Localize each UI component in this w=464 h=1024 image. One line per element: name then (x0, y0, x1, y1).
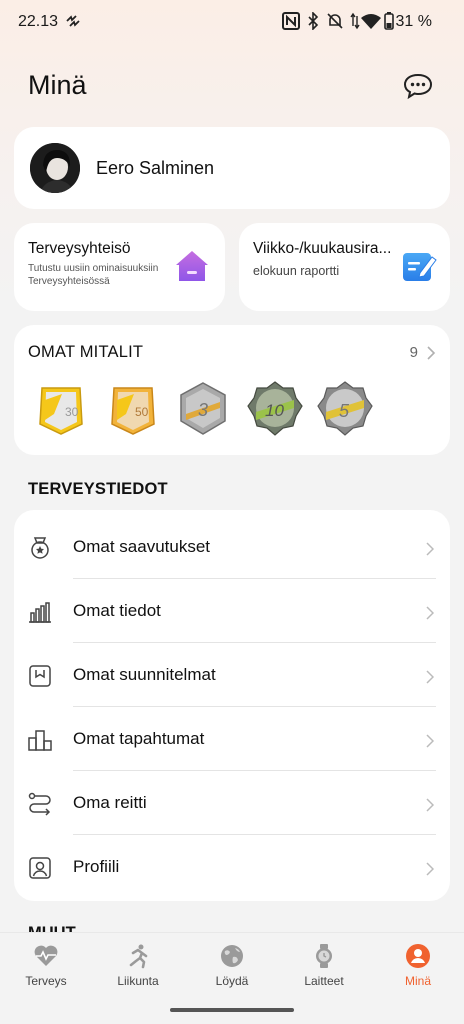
chevron-right-icon (427, 346, 436, 360)
podium-icon (28, 730, 52, 751)
nav-tab-health[interactable]: Terveys (0, 933, 92, 999)
svg-text:10: 10 (265, 401, 284, 420)
watch-icon (316, 944, 332, 968)
nav-label: Liikunta (117, 974, 159, 988)
running-icon (129, 944, 148, 969)
nav-label: Minä (404, 974, 431, 988)
health-menu-list: Omat saavutukset Omat tiedot Omat suunni… (14, 510, 450, 901)
medal-badge-3[interactable]: 3 (174, 380, 232, 438)
medal-badge-4[interactable]: 10 (246, 380, 304, 438)
nav-tab-exercise[interactable]: Liikunta (92, 933, 184, 999)
svg-text:30: 30 (65, 405, 79, 419)
report-subtitle: elokuun raportti (253, 264, 340, 278)
report-edit-icon (403, 253, 437, 281)
menu-item-achievements[interactable]: Omat saavutukset (14, 515, 450, 579)
avatar[interactable] (30, 143, 80, 193)
menu-item-label: Omat suunnitelmat (73, 665, 216, 684)
medals-card[interactable]: OMAT MITALIT 9 30 50 3 10 5 (14, 325, 450, 455)
menu-item-label: Oma reitti (73, 793, 147, 812)
nav-label: Laitteet (304, 974, 344, 988)
battery-icon (384, 12, 394, 30)
nav-tab-discover[interactable]: Löydä (186, 933, 278, 999)
bluetooth-icon (308, 12, 319, 30)
data-saver-icon (66, 15, 80, 27)
nav-label: Löydä (215, 974, 249, 988)
health-section-title: TERVEYSTIEDOT (28, 480, 168, 498)
mute-icon (327, 13, 343, 29)
nav-tab-me[interactable]: Minä (372, 933, 464, 999)
plan-icon (29, 665, 51, 687)
chat-bubble-icon (403, 73, 433, 100)
svg-text:5: 5 (339, 401, 350, 421)
battery-percent: 31 % (395, 13, 432, 30)
chevron-right-icon (426, 862, 434, 876)
nav-tab-devices[interactable]: Laitteet (278, 933, 370, 999)
menu-item-label: Omat saavutukset (73, 537, 211, 556)
svg-text:50: 50 (135, 405, 149, 419)
svg-text:3: 3 (198, 400, 208, 420)
menu-item-profile[interactable]: Profiili (14, 835, 450, 899)
menu-item-plans[interactable]: Omat suunnitelmat (14, 643, 450, 707)
wifi-icon (361, 14, 381, 29)
house-icon (176, 251, 208, 281)
chevron-right-icon (426, 670, 434, 684)
menu-item-events[interactable]: Omat tapahtumat (14, 707, 450, 771)
chevron-right-icon (426, 798, 434, 812)
heart-pulse-icon (34, 945, 58, 966)
bottom-navigation: Terveys Liikunta Löydä Laitteet Minä (0, 932, 464, 998)
menu-item-label: Omat tiedot (73, 601, 161, 620)
medals-title: OMAT MITALIT (28, 343, 144, 361)
data-icon (350, 12, 360, 30)
community-title: Terveysyhteisö (28, 240, 131, 257)
globe-icon (221, 945, 243, 967)
chevron-right-icon (426, 606, 434, 620)
menu-item-route[interactable]: Oma reitti (14, 771, 450, 835)
profile-card[interactable]: Eero Salminen (14, 127, 450, 209)
chevron-right-icon (426, 542, 434, 556)
chevron-right-icon (426, 734, 434, 748)
report-card[interactable]: Viikko-/kuukausira... elokuun raportti (239, 223, 450, 311)
status-time: 22.13 (18, 13, 59, 30)
page-title: Minä (28, 70, 87, 100)
nfc-icon (282, 12, 300, 30)
profile-icon (29, 857, 51, 879)
menu-item-label: Omat tapahtumat (73, 729, 205, 748)
menu-item-label: Profiili (73, 857, 120, 876)
route-icon (28, 792, 51, 816)
report-title: Viikko-/kuukausira... (253, 240, 392, 257)
chat-button[interactable] (402, 72, 434, 100)
profile-name: Eero Salminen (96, 158, 215, 178)
nav-label: Terveys (25, 974, 67, 988)
medal-badge-1[interactable]: 30 (32, 380, 90, 438)
menu-item-data[interactable]: Omat tiedot (14, 579, 450, 643)
medal-icon (31, 537, 49, 559)
medals-count: 9 (409, 344, 418, 361)
person-icon (406, 944, 430, 968)
home-indicator[interactable] (170, 1008, 294, 1012)
status-bar: 22.13 31 % (0, 0, 464, 44)
medal-badge-5[interactable]: 5 (316, 380, 374, 438)
bar-chart-icon (29, 602, 51, 623)
community-card[interactable]: Terveysyhteisö Tutustu uusiin ominaisuuk… (14, 223, 225, 311)
community-subtitle: Tutustu uusiin ominaisuuksiin Terveysyht… (28, 263, 159, 287)
medal-badge-2[interactable]: 50 (104, 380, 162, 438)
